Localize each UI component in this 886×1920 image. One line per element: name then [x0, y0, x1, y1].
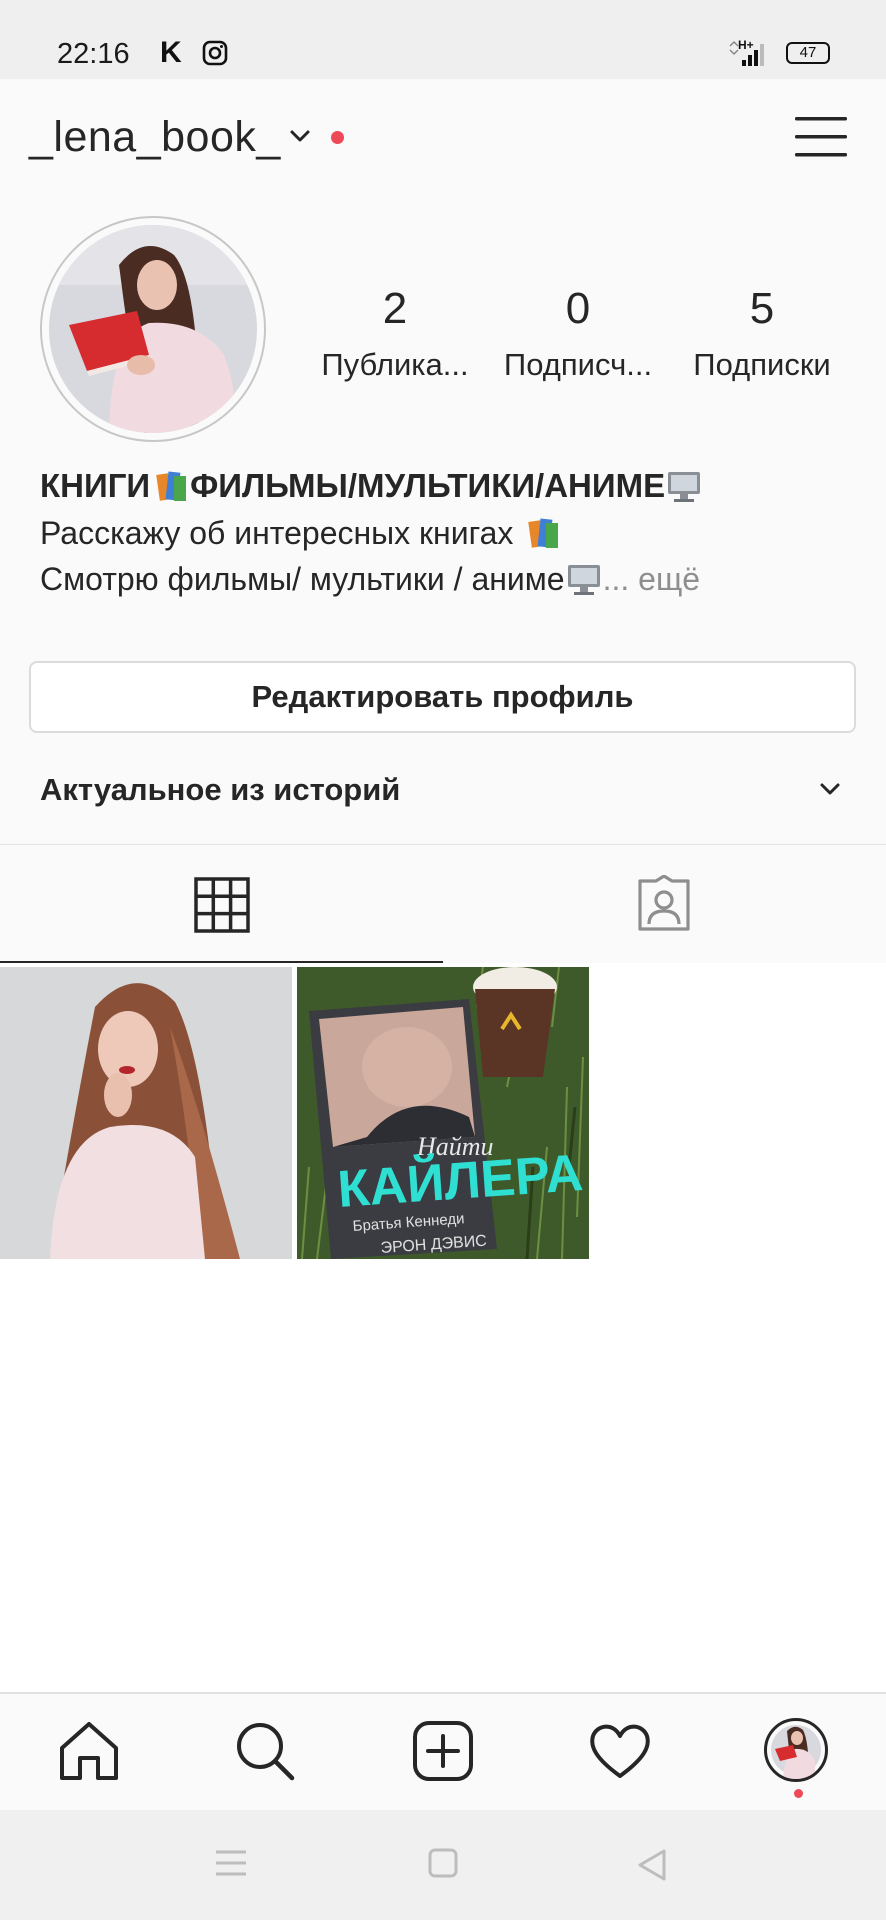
chevron-down-icon[interactable] [289, 129, 311, 143]
profile-avatar[interactable] [40, 216, 266, 442]
bio-line-2-text: Смотрю фильмы/ мультики / аниме [40, 561, 565, 597]
photo-portrait [0, 967, 292, 1259]
bio-name-part2: ФИЛЬМЫ/МУЛЬТИКИ/АНИМЕ [190, 467, 666, 504]
notification-dot [331, 131, 344, 144]
followers-count[interactable]: 0 Подписч... [493, 285, 663, 383]
posts-count[interactable]: 2 Публика... [310, 285, 480, 383]
following-count-value: 5 [749, 284, 775, 333]
grid-icon [194, 877, 250, 933]
battery-level: 47 [799, 44, 817, 61]
following-count-label: Подписки [693, 347, 831, 382]
followers-count-label: Подписч... [503, 347, 653, 382]
notification-k-icon: K [160, 36, 182, 69]
story-highlights-toggle[interactable]: Актуальное из историй [0, 759, 886, 831]
books-emoji-icon [528, 518, 559, 548]
home-button-icon[interactable] [428, 1848, 458, 1878]
home-icon[interactable] [54, 1716, 124, 1786]
bio-name-part1: КНИГИ [40, 467, 151, 504]
tagged-icon [638, 875, 690, 931]
avatar-photo [49, 225, 257, 433]
chevron-down-icon [820, 783, 840, 795]
status-time: 22:16 [57, 38, 130, 70]
posts-grid: Найти КАЙЛЕРА Братья Кеннеди ЭРОН ДЭВИС [0, 963, 886, 1691]
profile-avatar-icon[interactable] [764, 1718, 828, 1782]
posts-count-value: 2 [382, 284, 408, 333]
story-highlights-label: Актуальное из историй [40, 772, 401, 807]
followers-count-value: 0 [565, 284, 591, 333]
desktop-computer-emoji-icon [567, 565, 600, 595]
add-post-icon[interactable] [408, 1716, 478, 1786]
recent-apps-icon[interactable] [214, 1848, 248, 1878]
username-switcher[interactable]: _lena_book_ [29, 113, 281, 162]
profile-section: 2 Публика... 0 Подписч... 5 Подписки КНИ… [0, 199, 886, 844]
tab-posts-grid[interactable] [0, 845, 443, 964]
back-icon[interactable] [636, 1848, 668, 1882]
bio-name: КНИГИ ФИЛЬМЫ/МУЛЬТИКИ/АНИМЕ [40, 467, 703, 505]
photo-book: Найти КАЙЛЕРА Братья Кеннеди ЭРОН ДЭВИС [297, 967, 589, 1259]
post-thumbnail[interactable]: Найти КАЙЛЕРА Братья Кеннеди ЭРОН ДЭВИС [297, 967, 589, 1259]
battery-icon: 47 [786, 42, 830, 64]
post-thumbnail[interactable] [0, 967, 292, 1259]
instagram-notification-icon [202, 40, 228, 66]
bio-line-1: Расскажу об интересных книгах [40, 515, 562, 552]
heart-icon[interactable] [585, 1716, 655, 1786]
following-count[interactable]: 5 Подписки [677, 285, 847, 383]
edit-profile-button[interactable]: Редактировать профиль [29, 661, 856, 733]
desktop-computer-emoji-icon [668, 472, 701, 502]
profile-header: _lena_book_ [0, 79, 886, 199]
bio-line-1-text: Расскажу об интересных книгах [40, 515, 514, 551]
bottom-navigation [0, 1692, 886, 1811]
books-emoji-icon [156, 471, 187, 501]
search-icon[interactable] [230, 1716, 300, 1786]
profile-tabs [0, 844, 886, 964]
posts-count-label: Публика... [321, 347, 469, 382]
network-type-label: H+ [738, 38, 754, 52]
menu-icon[interactable] [795, 113, 847, 161]
notification-dot [794, 1789, 803, 1798]
bio-more-link[interactable]: ... ещё [603, 561, 700, 597]
signal-icon: H+ [729, 38, 764, 66]
bio-line-2: Смотрю фильмы/ мультики / аниме ... ещё [40, 561, 700, 598]
status-bar: 22:16 K H+ 47 [0, 0, 886, 79]
system-navigation-bar [0, 1810, 886, 1920]
tab-tagged[interactable] [443, 845, 886, 963]
